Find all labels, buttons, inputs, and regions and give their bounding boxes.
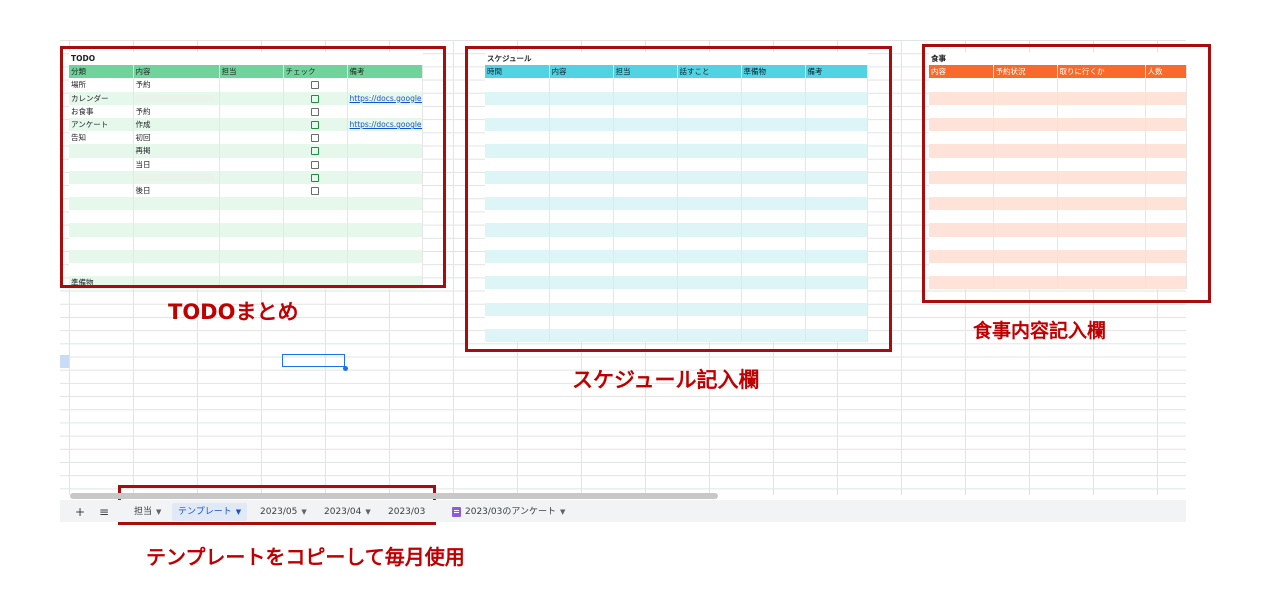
chevron-down-icon[interactable]: ▼ bbox=[236, 508, 241, 516]
horizontal-scrollbar[interactable] bbox=[70, 493, 718, 499]
todo-annotation: TODOまとめ bbox=[168, 300, 299, 324]
sheet-tab-2023-04[interactable]: 2023/04 ▼ bbox=[324, 503, 371, 521]
schedule-annotation: スケジュール記入欄 bbox=[572, 368, 760, 392]
meal-annotation: 食事内容記入欄 bbox=[973, 320, 1107, 342]
fill-handle[interactable] bbox=[343, 366, 348, 371]
selected-cell[interactable] bbox=[282, 354, 345, 367]
chevron-down-icon[interactable]: ▼ bbox=[156, 508, 161, 516]
tab-label: 2023/03 bbox=[388, 507, 426, 517]
tab-label: 2023/03のアンケート bbox=[465, 507, 557, 517]
sheet-tab-2023-03[interactable]: 2023/03 bbox=[388, 503, 425, 521]
tabs-annotation: テンプレートをコピーして毎月使用 bbox=[146, 545, 465, 569]
form-icon bbox=[452, 506, 461, 517]
menu-icon[interactable]: ≡ bbox=[99, 503, 109, 521]
chevron-down-icon[interactable]: ▼ bbox=[560, 508, 565, 516]
chevron-down-icon[interactable]: ▼ bbox=[365, 508, 370, 516]
plus-icon[interactable]: + bbox=[75, 503, 85, 521]
chevron-down-icon[interactable]: ▼ bbox=[301, 508, 306, 516]
sheet-tab-2023-03-survey[interactable]: 2023/03のアンケート ▼ bbox=[452, 503, 565, 521]
schedule-highlight-frame bbox=[465, 46, 892, 352]
meal-highlight-frame bbox=[922, 44, 1211, 303]
tab-label: テンプレート bbox=[178, 507, 232, 517]
tab-label: 担当 bbox=[134, 507, 153, 517]
tab-label: 2023/04 bbox=[324, 507, 362, 517]
tab-label: 2023/05 bbox=[260, 507, 298, 517]
todo-highlight-frame bbox=[60, 46, 446, 288]
sheet-tab-2023-05[interactable]: 2023/05 ▼ bbox=[260, 503, 307, 521]
sheet-tab-owner[interactable]: 担当 ▼ bbox=[134, 503, 161, 521]
selected-row-header[interactable] bbox=[60, 355, 69, 368]
sheet-tab-template[interactable]: テンプレート ▼ bbox=[172, 503, 248, 521]
